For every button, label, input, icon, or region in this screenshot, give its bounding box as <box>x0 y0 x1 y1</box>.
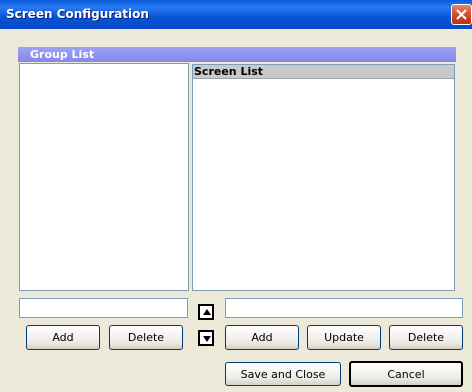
screen-configuration-dialog: Screen Configuration Group List Screen L… <box>0 0 472 392</box>
window-title: Screen Configuration <box>6 7 149 21</box>
group-list-header: Group List <box>18 47 456 62</box>
group-list-title: Group List <box>30 48 95 61</box>
group-add-button[interactable]: Add <box>26 325 100 350</box>
save-and-close-button[interactable]: Save and Close <box>225 362 341 386</box>
group-name-input[interactable] <box>19 298 188 318</box>
screen-name-input[interactable] <box>225 298 463 318</box>
close-icon <box>456 9 467 20</box>
screen-delete-button[interactable]: Delete <box>389 325 463 350</box>
screen-list-title: Screen List <box>194 65 264 78</box>
arrow-down-icon <box>203 336 211 342</box>
screen-add-button[interactable]: Add <box>225 325 299 350</box>
arrow-up-icon <box>203 309 211 315</box>
move-down-button[interactable] <box>198 330 214 346</box>
close-button[interactable] <box>451 4 472 25</box>
group-delete-button[interactable]: Delete <box>109 325 183 350</box>
cancel-button[interactable]: Cancel <box>349 361 463 387</box>
screen-update-button[interactable]: Update <box>307 325 381 350</box>
screen-list-box[interactable]: Screen List <box>192 64 455 291</box>
screen-list-header: Screen List <box>193 65 454 79</box>
title-bar[interactable]: Screen Configuration <box>0 0 472 29</box>
group-list-box[interactable] <box>19 63 189 291</box>
move-up-button[interactable] <box>198 304 214 320</box>
